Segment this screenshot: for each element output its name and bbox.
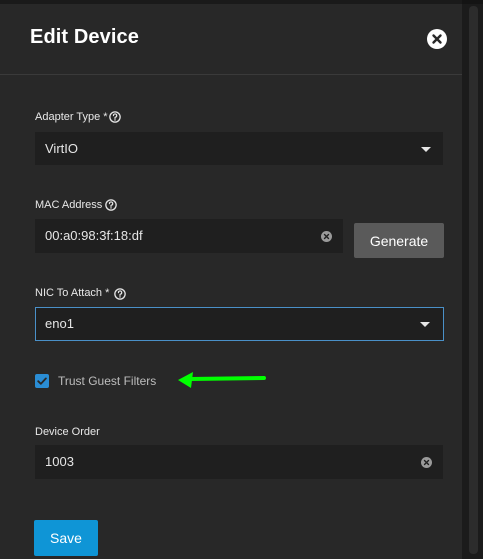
adapter-type-select[interactable]: VirtIO [35,132,443,165]
mac-address-value: 00:a0:98:3f:18:df [45,228,143,243]
generate-button[interactable]: Generate [354,223,444,258]
save-button[interactable]: Save [34,520,98,556]
help-icon[interactable] [109,111,121,123]
device-order-input[interactable]: 1003 [35,445,443,479]
chevron-down-icon [421,147,431,152]
annotation-arrow-icon [178,372,266,388]
check-icon [37,377,47,385]
adapter-type-label: Adapter Type * [35,111,108,123]
device-order-label: Device Order [35,426,100,438]
trust-guest-filters-checkbox[interactable] [35,374,49,388]
nic-to-attach-label: NIC To Attach * [35,287,110,299]
edit-device-dialog: Edit Device Adapter Type * VirtIO MAC Ad… [0,4,462,559]
device-order-value: 1003 [45,454,74,469]
trust-guest-filters-label: Trust Guest Filters [58,374,157,388]
scrollbar-thumb[interactable] [469,6,478,554]
dialog-header: Edit Device [0,4,462,75]
mac-address-input[interactable]: 00:a0:98:3f:18:df [35,219,343,253]
mac-address-label: MAC Address [35,199,103,211]
clear-icon[interactable] [421,457,432,468]
nic-to-attach-select[interactable]: eno1 [35,307,444,341]
close-icon[interactable] [427,29,447,49]
clear-icon[interactable] [321,231,332,242]
help-icon[interactable] [114,288,126,300]
dialog-title: Edit Device [30,26,139,48]
chevron-down-icon [420,322,430,327]
adapter-type-value: VirtIO [45,141,78,156]
help-icon[interactable] [105,199,117,211]
nic-to-attach-value: eno1 [45,316,74,331]
scrollbar[interactable] [462,4,483,559]
